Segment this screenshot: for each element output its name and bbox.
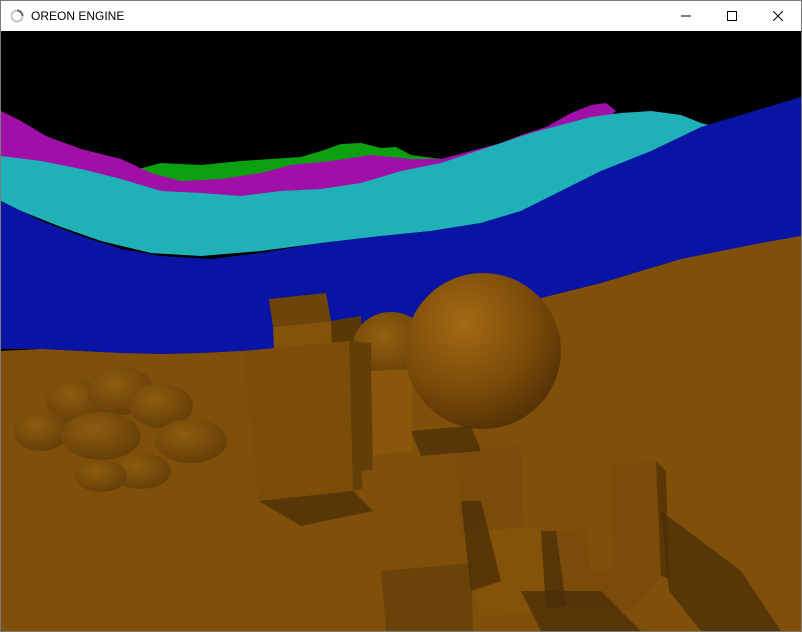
bump-cluster-4 — [13, 411, 69, 451]
window-title: OREON ENGINE — [31, 9, 125, 23]
title-bar[interactable]: OREON ENGINE — [1, 1, 801, 31]
shadow-sphere — [411, 426, 481, 456]
app-window: OREON ENGINE — [0, 0, 802, 632]
render-viewport[interactable] — [1, 31, 801, 631]
bump-cluster-8 — [75, 460, 127, 492]
close-icon — [773, 11, 783, 21]
block-stack-2 — [361, 461, 461, 571]
minimize-button[interactable] — [663, 1, 709, 31]
maximize-icon — [727, 11, 737, 21]
cube-front-side — [349, 341, 373, 491]
loading-ring-icon — [10, 9, 24, 23]
scene-canvas — [1, 31, 801, 631]
bump-cluster-6 — [155, 419, 227, 463]
minimize-icon — [681, 11, 691, 21]
sphere-large — [405, 273, 561, 429]
close-button[interactable] — [755, 1, 801, 31]
bump-cluster-5 — [61, 412, 141, 460]
block-stack-1 — [371, 369, 413, 455]
block-stack-4 — [381, 563, 473, 631]
maximize-button[interactable] — [709, 1, 755, 31]
cube-front-face — [243, 341, 353, 501]
cube-back-top — [269, 293, 331, 327]
